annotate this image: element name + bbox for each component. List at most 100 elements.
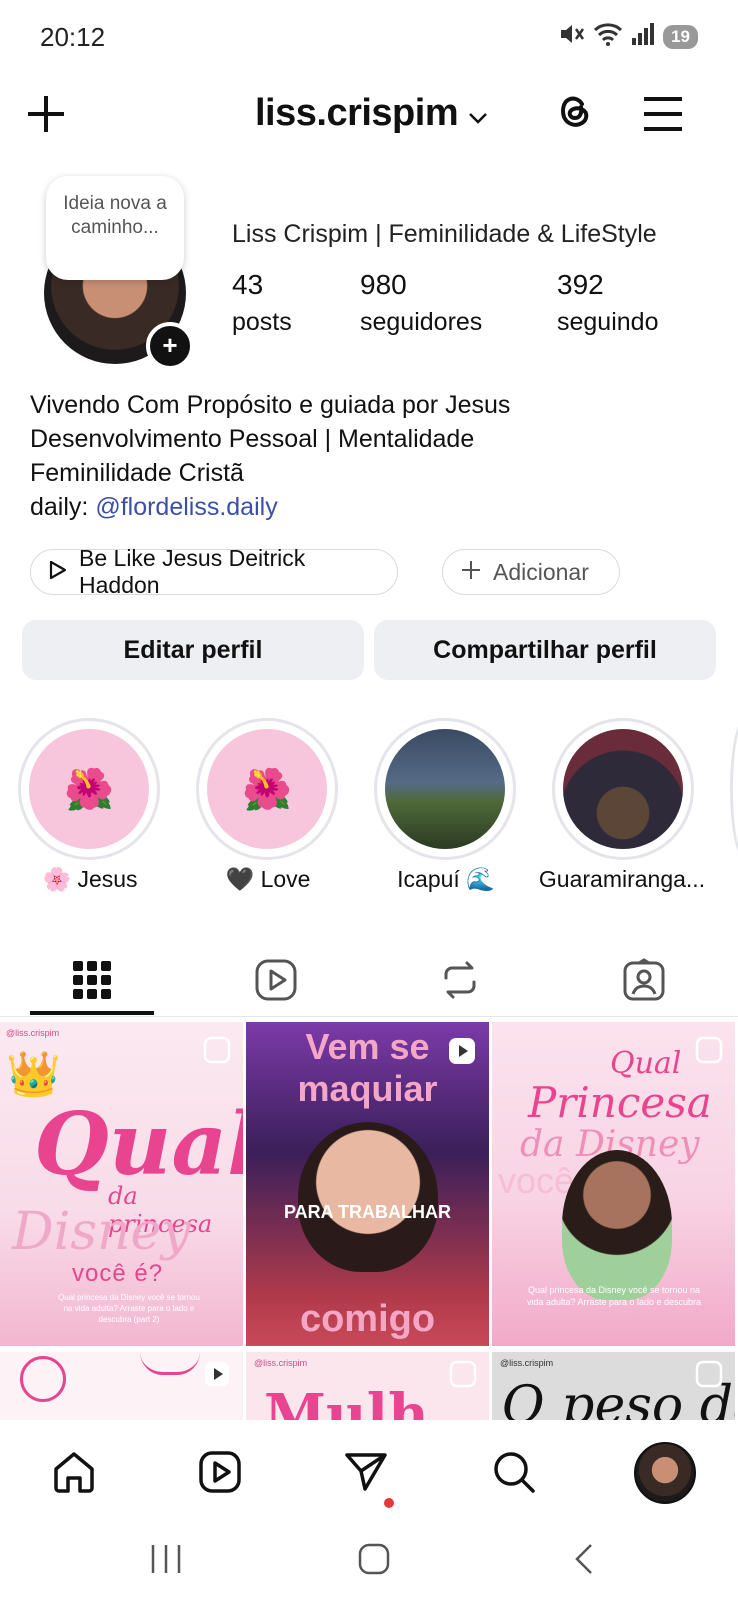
highlight-jesus[interactable]: 🌺	[18, 718, 160, 860]
add-chip-label: Adicionar	[493, 558, 589, 585]
edit-profile-button[interactable]: Editar perfil	[22, 620, 364, 680]
home-icon	[54, 1452, 94, 1493]
music-chip[interactable]: Be Like Jesus Deitrick Haddon	[30, 545, 398, 598]
followers-count[interactable]: 980 seguidores	[360, 268, 482, 342]
repost-icon	[444, 961, 476, 999]
followers-label: seguidores	[360, 308, 483, 336]
post-handle: @liss.crispim	[6, 1028, 60, 1038]
tab-active-indicator	[30, 1011, 154, 1015]
grid-post[interactable]: @liss.crispim Mulh	[246, 1352, 489, 1420]
play-icon	[49, 559, 67, 586]
highlight-label: Icapuí 🌊	[397, 866, 495, 892]
daily-account-link[interactable]: @flordeliss.daily	[95, 493, 277, 521]
wifi-icon	[593, 22, 623, 52]
music-chip-label: Be Like Jesus Deitrick Haddon	[79, 545, 306, 598]
status-icons: 19	[559, 22, 698, 52]
share-profile-button[interactable]: Compartilhar perfil	[374, 620, 716, 680]
nav-reels[interactable]	[190, 1442, 250, 1502]
post-title: Mulh	[264, 1382, 429, 1420]
grid-post[interactable]: @liss.crispim 👑 Qual da princesa Disney …	[0, 1022, 243, 1346]
nav-direct[interactable]	[336, 1442, 396, 1502]
posts-count[interactable]: 43 posts	[232, 268, 292, 342]
smiley-doodle-icon	[20, 1356, 66, 1402]
post-photo-face	[298, 1122, 438, 1272]
tab-tagged[interactable]	[612, 948, 676, 1012]
daily-prefix: daily:	[30, 493, 96, 521]
carousel-icon	[203, 1036, 231, 1069]
highlight-icapui[interactable]	[374, 718, 516, 860]
posts-label: posts	[232, 308, 292, 336]
grid-icon	[73, 961, 111, 999]
username-title: liss.crispim	[255, 92, 459, 134]
post-handle: @liss.crispim	[500, 1358, 554, 1368]
bio-line: Desenvolvimento Pessoal | Mentalidade	[30, 425, 475, 453]
post-photo-person	[562, 1150, 672, 1300]
status-time: 20:12	[40, 22, 106, 52]
post-middle-text: PARA TRABALHAR	[284, 1202, 451, 1222]
home-button-icon[interactable]	[344, 1534, 404, 1584]
status-bar: 20:12 19	[0, 0, 738, 76]
nav-home[interactable]	[44, 1442, 104, 1502]
threads-icon[interactable]	[548, 86, 600, 138]
followers-value: 980	[360, 269, 407, 300]
bio-line: Feminilidade Cristã	[30, 459, 244, 487]
highlight-label: Guaramiranga...	[538, 866, 706, 892]
grid-post[interactable]: Qual Princesa da Disney você é? Qual pri…	[492, 1022, 735, 1346]
profile-tabs	[0, 940, 738, 1017]
post-title: Princesa	[528, 1078, 712, 1127]
hibiscus-icon: 🌺	[207, 729, 327, 849]
highlight-guaramiranga[interactable]	[552, 718, 694, 860]
mute-icon	[559, 22, 585, 52]
notification-dot	[384, 1498, 394, 1508]
highlight-label: 🌸 Jesus	[42, 866, 138, 892]
bio-daily-line: daily: @flordeliss.daily	[30, 490, 510, 524]
nav-profile-avatar[interactable]	[634, 1442, 696, 1504]
post-title-line: maquiar	[297, 1068, 438, 1109]
post-title: Qual	[34, 1094, 243, 1195]
post-handle: @liss.crispim	[254, 1358, 308, 1368]
highlight-partial[interactable]	[730, 718, 738, 860]
following-count[interactable]: 392 seguindo	[557, 268, 658, 342]
following-label: seguindo	[557, 308, 659, 336]
menu-hamburger-icon[interactable]	[638, 90, 688, 138]
note-bubble[interactable]: Ideia nova a caminho...	[46, 176, 184, 280]
display-name: Liss Crispim | Feminilidade & LifeStyle	[232, 220, 657, 248]
post-sub: você é?	[72, 1260, 164, 1287]
doodle-shape	[140, 1352, 200, 1375]
reel-play-icon	[447, 1036, 477, 1071]
recent-apps-icon[interactable]	[136, 1534, 196, 1584]
hibiscus-icon: 🌺	[29, 729, 149, 849]
search-icon	[494, 1452, 535, 1493]
create-plus-icon[interactable]	[22, 90, 70, 138]
carousel-icon	[449, 1360, 477, 1393]
profile-bio: Vivendo Com Propósito e guiada por Jesus…	[30, 388, 510, 524]
carousel-icon	[695, 1360, 723, 1393]
highlight-love[interactable]: 🌺	[196, 718, 338, 860]
tab-grid[interactable]	[60, 948, 124, 1012]
tab-reels[interactable]	[244, 948, 308, 1012]
back-icon[interactable]	[554, 1534, 614, 1584]
grid-post[interactable]: @liss.crispim O peso da	[492, 1352, 735, 1420]
nav-search[interactable]	[484, 1442, 544, 1502]
reels-icon	[199, 1451, 241, 1493]
reel-play-icon	[203, 1360, 231, 1393]
highlight-label: 🖤 Love	[225, 866, 311, 892]
grid-post[interactable]	[0, 1352, 243, 1420]
post-title-top: Qual	[610, 1046, 682, 1081]
post-caption: Qual princesa da Disney você se tornou n…	[58, 1293, 200, 1324]
account-switcher[interactable]: liss.crispim	[255, 92, 488, 135]
tagged-person-icon	[623, 958, 665, 1001]
send-icon	[345, 1453, 387, 1491]
reels-icon	[255, 959, 297, 1001]
add-link-chip[interactable]: Adicionar	[442, 549, 620, 595]
bio-line: Vivendo Com Propósito e guiada por Jesus	[30, 391, 511, 419]
carousel-icon	[695, 1036, 723, 1069]
crown-icon: 👑	[6, 1050, 61, 1099]
post-bottom-text: comigo	[299, 1298, 436, 1340]
tab-reposts[interactable]	[428, 948, 492, 1012]
post-script: Disney	[12, 1202, 191, 1262]
posts-value: 43	[232, 269, 264, 300]
grid-post[interactable]: Vem se maquiar PARA TRABALHAR comigo	[246, 1022, 489, 1346]
add-story-plus-icon[interactable]: +	[146, 322, 194, 370]
signal-icon	[631, 23, 655, 51]
